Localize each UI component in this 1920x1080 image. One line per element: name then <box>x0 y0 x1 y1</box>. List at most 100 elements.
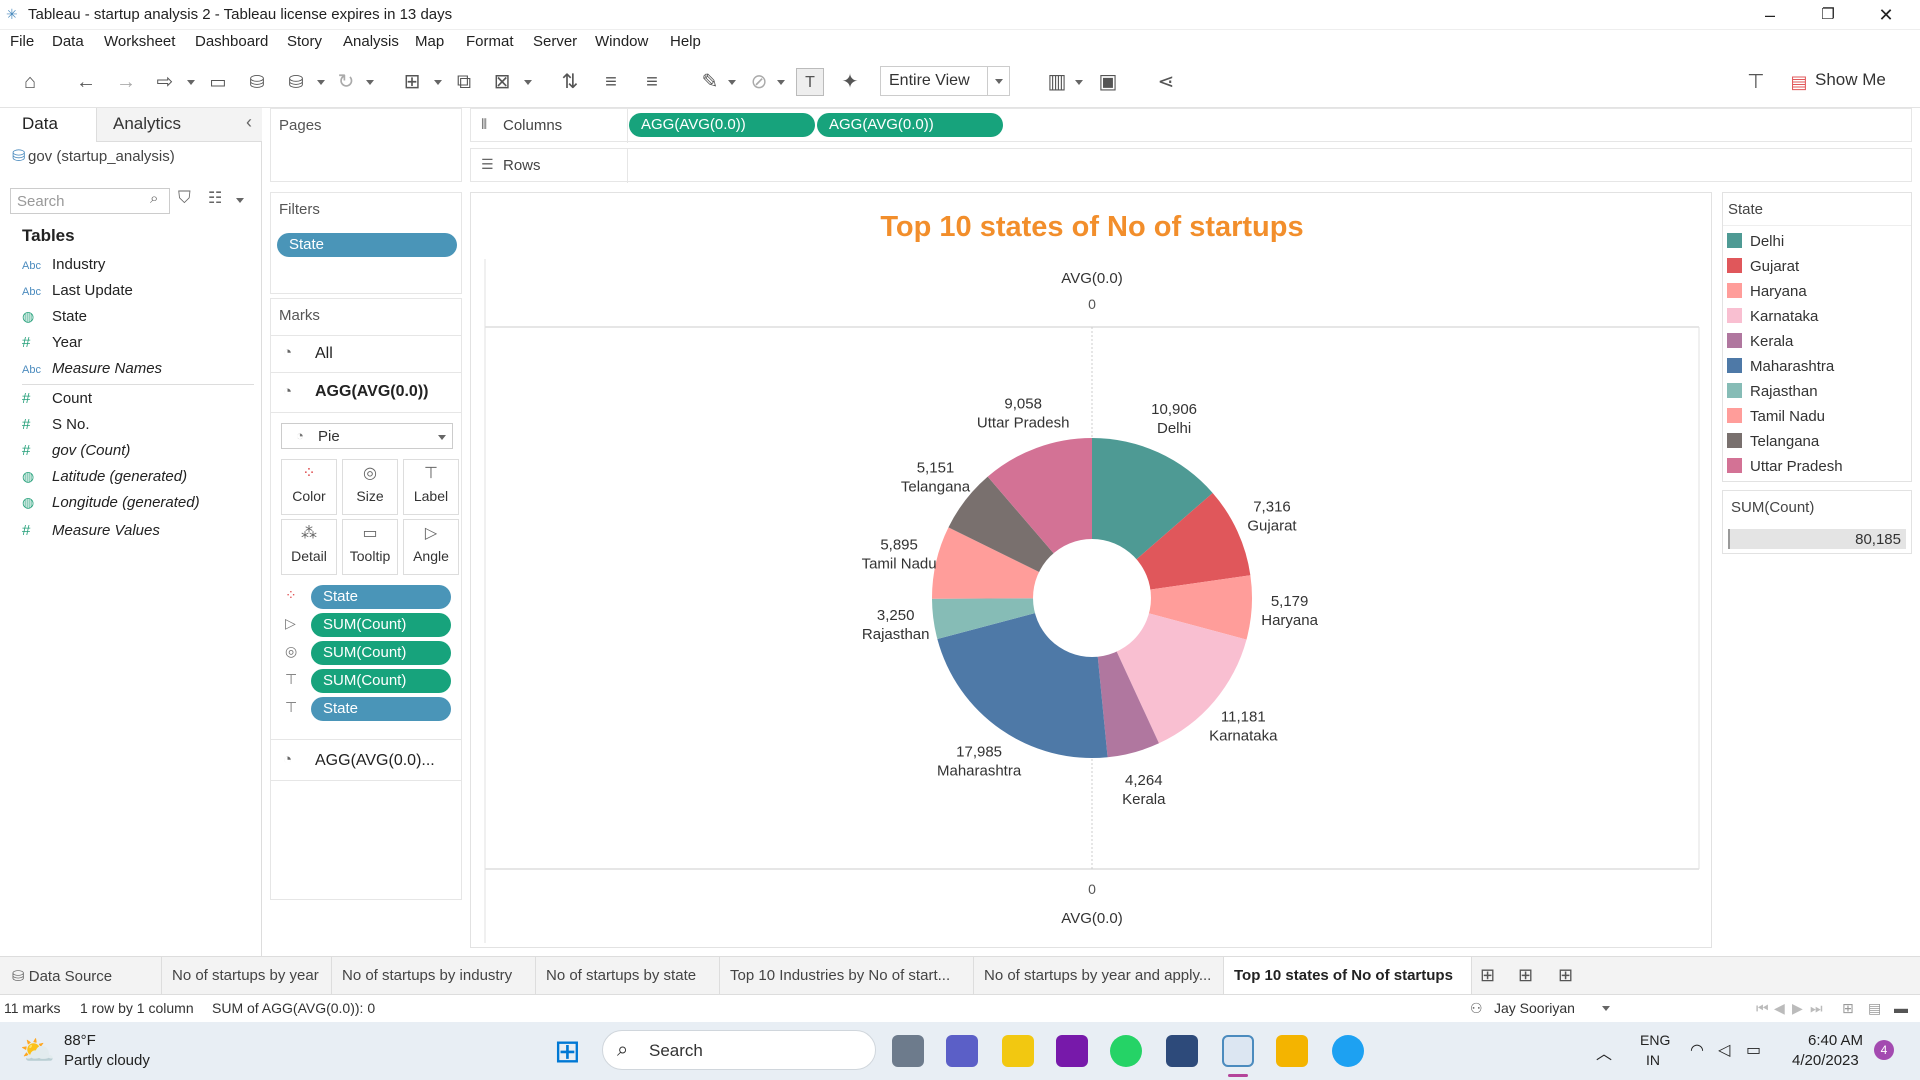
legend-item-haryana[interactable]: Haryana <box>1727 283 1807 303</box>
tab-analytics[interactable]: Analytics ‹ <box>96 108 262 142</box>
clear-sheet-icon[interactable]: ⊠ <box>488 68 516 96</box>
view-size-select[interactable]: Entire View <box>880 66 1010 96</box>
show-me-button[interactable]: Show Me <box>1815 70 1886 90</box>
redo-icon[interactable]: → <box>112 68 140 96</box>
group-icon[interactable]: ⊘ <box>745 68 773 96</box>
save-icon[interactable]: ▭ <box>204 68 232 96</box>
tooltip-button[interactable]: ▭ Tooltip <box>342 519 398 575</box>
tab-sheet-6-active[interactable]: Top 10 states of No of startups <box>1224 957 1472 995</box>
pages-card[interactable]: Pages <box>270 108 462 182</box>
sticky-notes-icon[interactable] <box>1002 1035 1034 1067</box>
field-last-update[interactable]: Abc Last Update <box>22 282 133 306</box>
swap-icon[interactable]: ⇅ <box>556 68 584 96</box>
next-sheet-icon[interactable]: ▶ <box>1792 1000 1803 1017</box>
show-me-icon[interactable]: ▤ <box>1788 68 1810 96</box>
field-industry[interactable]: Abc Industry <box>22 256 105 280</box>
legend-item-tamil-nadu[interactable]: Tamil Nadu <box>1727 408 1825 428</box>
label-button[interactable]: ⊤ Label <box>403 459 459 515</box>
pause-updates-icon[interactable]: ⛁ <box>282 68 310 96</box>
field-gov-count[interactable]: # gov (Count) <box>22 442 130 466</box>
new-worksheet-icon[interactable]: ⊞ <box>1480 965 1495 986</box>
task-view-icon[interactable] <box>892 1035 924 1067</box>
marks-agg-row[interactable]: ◔ AGG(AVG(0.0)) <box>271 373 461 413</box>
menu-help[interactable]: Help <box>670 33 701 50</box>
tab-data[interactable]: Data <box>0 108 96 142</box>
home-icon[interactable]: ⌂ <box>16 68 44 96</box>
menu-server[interactable]: Server <box>533 33 577 50</box>
menu-file[interactable]: File <box>10 33 34 50</box>
fix-axes-icon[interactable]: ✦ <box>836 68 864 96</box>
menu-window[interactable]: Window <box>595 33 648 50</box>
mark-pill-count-angle[interactable]: SUM(Count) <box>311 613 451 637</box>
menu-worksheet[interactable]: Worksheet <box>104 33 175 50</box>
column-pill-2[interactable]: AGG(AVG(0.0)) <box>817 113 1003 137</box>
columns-shelf[interactable]: ⦀ Columns AGG(AVG(0.0)) AGG(AVG(0.0)) <box>470 108 1912 143</box>
weather-icon[interactable]: ⛅ <box>20 1034 55 1067</box>
tab-sheet-5[interactable]: No of startups by year and apply... <box>974 957 1224 995</box>
legend-item-telangana[interactable]: Telangana <box>1727 433 1819 453</box>
battery-icon[interactable]: ▭ <box>1746 1040 1761 1060</box>
view-options-icon[interactable]: ☷ <box>208 188 222 208</box>
datasource-name[interactable]: gov (startup_analysis) <box>28 148 175 165</box>
whatsapp-icon[interactable] <box>1110 1035 1142 1067</box>
tab-sheet-1[interactable]: No of startups by year <box>162 957 332 995</box>
sort-ascending-icon[interactable]: ≡ <box>597 68 625 96</box>
windows-start-icon[interactable]: ⊞ <box>554 1032 581 1070</box>
volume-icon[interactable]: ◁ <box>1718 1040 1730 1060</box>
marks-all-row[interactable]: ◔ All <box>271 335 461 373</box>
legend-item-karnataka[interactable]: Karnataka <box>1727 308 1818 328</box>
menu-map[interactable]: Map <box>415 33 444 50</box>
menu-analysis[interactable]: Analysis <box>343 33 399 50</box>
size-button[interactable]: ◎ Size <box>342 459 398 515</box>
filter-pill-state[interactable]: State <box>277 233 457 257</box>
new-story-icon[interactable]: ⊞ <box>1558 965 1573 986</box>
field-count[interactable]: # Count <box>22 390 92 414</box>
clock-time[interactable]: 6:40 AM <box>1808 1032 1863 1049</box>
angle-button[interactable]: ▷ Angle <box>403 519 459 575</box>
edge-icon[interactable] <box>1332 1035 1364 1067</box>
field-year[interactable]: # Year <box>22 334 82 358</box>
filters-card[interactable]: Filters State <box>270 192 462 294</box>
status-user[interactable]: Jay Sooriyan <box>1494 1000 1575 1016</box>
field-state[interactable]: ◍ State <box>22 308 87 332</box>
replay-icon[interactable]: ⇨ <box>150 68 180 96</box>
search-field[interactable]: Search <box>10 188 170 214</box>
mark-pill-count-label[interactable]: SUM(Count) <box>311 669 451 693</box>
mark-pill-state-label[interactable]: State <box>311 697 451 721</box>
taskbar-search[interactable]: ⌕ Search <box>602 1030 876 1070</box>
menu-data[interactable]: Data <box>52 33 84 50</box>
legend-item-maharashtra[interactable]: Maharashtra <box>1727 358 1834 378</box>
field-measure-names[interactable]: Abc Measure Names <box>22 360 162 384</box>
new-dashboard-icon[interactable]: ⊞ <box>1518 965 1533 986</box>
undo-icon[interactable]: ← <box>72 68 100 96</box>
filter-icon[interactable]: ⛉ <box>178 188 191 208</box>
marks-agg2-row[interactable]: ◔ AGG(AVG(0.0)... <box>271 739 461 781</box>
detail-button[interactable]: ⁂ Detail <box>281 519 337 575</box>
last-sheet-icon[interactable]: ⏭ <box>1810 1000 1823 1017</box>
legend-item-delhi[interactable]: Delhi <box>1727 233 1784 253</box>
field-measure-values[interactable]: # Measure Values <box>22 522 160 546</box>
python-app-icon[interactable] <box>1166 1035 1198 1067</box>
file-explorer-icon[interactable] <box>1276 1035 1308 1067</box>
refresh-icon[interactable]: ↻ <box>332 68 360 96</box>
tab-sheet-4[interactable]: Top 10 Industries by No of start... <box>720 957 974 995</box>
mark-type-select[interactable]: ◔ Pie <box>281 423 453 449</box>
rows-shelf[interactable]: ☰ Rows <box>470 148 1912 183</box>
new-datasource-icon[interactable]: ⛁ <box>243 68 271 96</box>
prev-sheet-icon[interactable]: ◀ <box>1774 1000 1785 1017</box>
field-s-no[interactable]: # S No. <box>22 416 90 440</box>
first-sheet-icon[interactable]: ⏮ <box>1756 1000 1769 1017</box>
restore-button[interactable]: ❐ <box>1806 2 1850 28</box>
new-worksheet-icon[interactable]: ⊞ <box>398 68 426 96</box>
clock-date[interactable]: 4/20/2023 <box>1792 1052 1859 1069</box>
teams-icon[interactable] <box>946 1035 978 1067</box>
paint-roller-icon[interactable]: ⊤ <box>1742 68 1770 96</box>
share-icon[interactable]: ⋖ <box>1152 68 1180 96</box>
onenote-icon[interactable] <box>1056 1035 1088 1067</box>
show-cards-icon[interactable]: ▥ <box>1042 68 1072 96</box>
field-longitude[interactable]: ◍ Longitude (generated) <box>22 494 200 518</box>
tab-data-source[interactable]: ⛁ Data Source <box>0 957 162 995</box>
wifi-icon[interactable]: ◠ <box>1690 1040 1704 1060</box>
filmstrip-icon[interactable]: ▤ <box>1868 1000 1881 1017</box>
presentation-mode-icon[interactable]: ▣ <box>1094 68 1122 96</box>
